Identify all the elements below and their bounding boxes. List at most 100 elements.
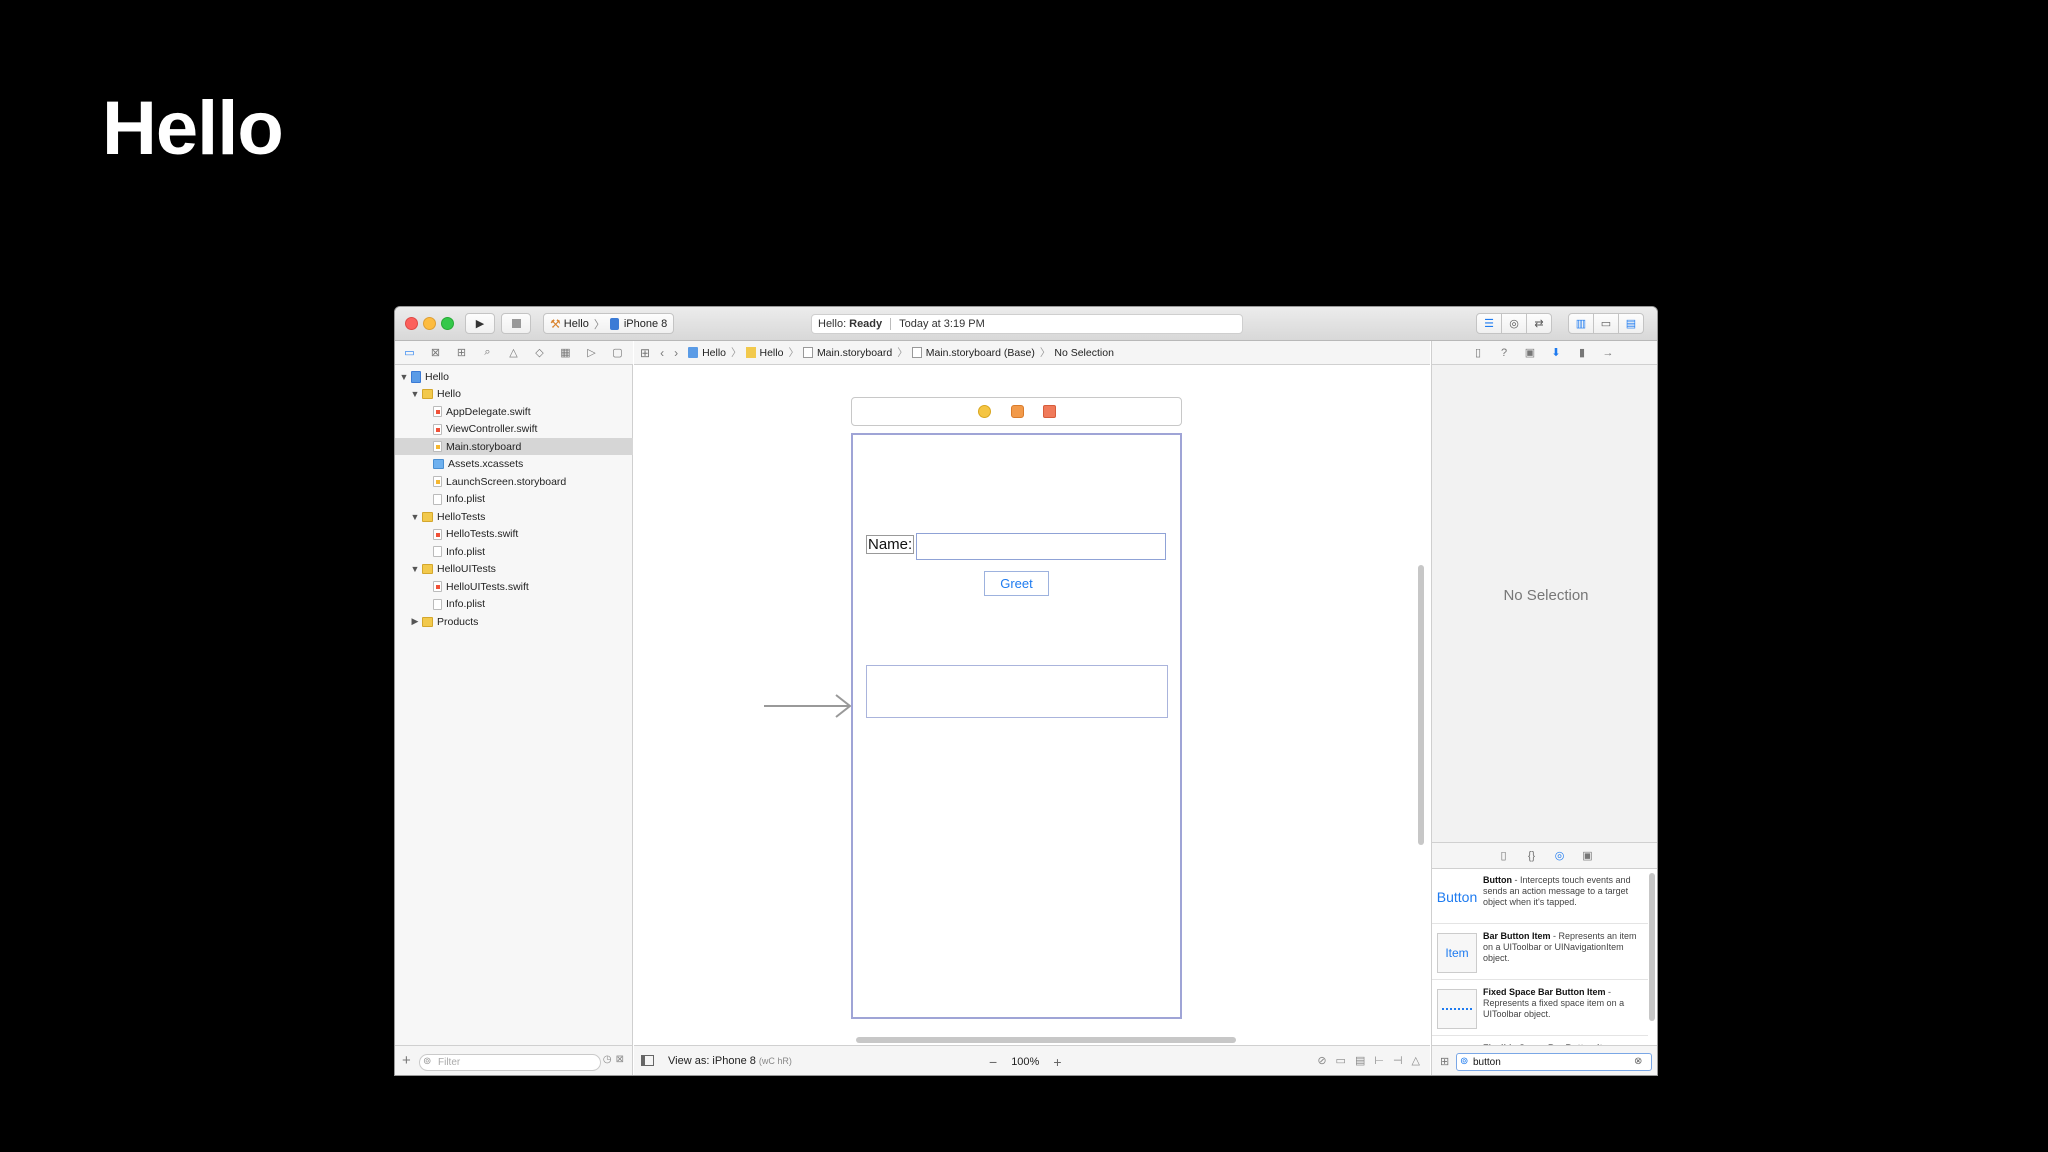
library-item[interactable]: Flexible Space Bar Button Item <box>1432 1037 1648 1045</box>
update-frames-icon[interactable]: ⊘ <box>1317 1054 1326 1067</box>
horizontal-scrollbar[interactable] <box>856 1037 1236 1043</box>
search-icon: ⊚ <box>1460 1056 1469 1067</box>
close-window-button[interactable] <box>405 317 418 330</box>
library-item[interactable]: Button Button - Intercepts touch events a… <box>1432 869 1648 924</box>
scheme-selector[interactable]: ⚒ Hello 〉 iPhone 8 <box>543 313 675 334</box>
navigator-item[interactable]: Assets.xcassets <box>395 456 633 473</box>
stack-icon[interactable]: ▤ <box>1355 1054 1365 1067</box>
vertical-scrollbar[interactable] <box>1418 565 1424 845</box>
issue-navigator-tab[interactable]: △ <box>503 344 524 362</box>
stop-button[interactable] <box>501 313 531 334</box>
minimize-window-button[interactable] <box>423 317 436 330</box>
document-outline-toggle-icon[interactable] <box>641 1055 654 1066</box>
attributes-inspector-tab[interactable]: ⬇ <box>1548 346 1564 359</box>
connections-inspector-tab[interactable]: → <box>1600 347 1616 359</box>
view-controller-scene[interactable]: Name: Greet <box>851 433 1182 1019</box>
back-icon[interactable]: ‹ <box>660 346 664 360</box>
breadcrumb-localization[interactable]: Main.storyboard (Base) 〉 <box>911 345 1050 360</box>
zoom-window-button[interactable] <box>441 317 454 330</box>
name-label[interactable]: Name: <box>866 535 915 554</box>
assistant-editor-button[interactable]: ◎ <box>1501 313 1527 334</box>
exit-icon[interactable] <box>1043 405 1056 418</box>
disclosure-open-icon[interactable]: ▼ <box>410 389 420 399</box>
file-inspector-tab[interactable]: ▯ <box>1470 346 1486 359</box>
toggle-utilities-button[interactable]: ▤ <box>1618 313 1644 334</box>
navigator-item[interactable]: Info.plist <box>395 543 633 560</box>
identity-inspector-tab[interactable]: ▣ <box>1522 346 1538 359</box>
toggle-debug-area-button[interactable]: ▭ <box>1593 313 1619 334</box>
navigator-item-label: HelloTests <box>437 510 486 523</box>
size-inspector-tab[interactable]: ▮ <box>1574 346 1590 359</box>
navigator-item[interactable]: HelloUITests.swift <box>395 578 633 595</box>
output-label[interactable] <box>866 665 1168 718</box>
library-item[interactable]: Fixed Space Bar Button Item - Represents… <box>1432 981 1648 1036</box>
align-icon[interactable]: ⊢ <box>1374 1054 1384 1067</box>
symbol-navigator-tab[interactable]: ⊞ <box>451 344 472 362</box>
navigator-item[interactable]: AppDelegate.swift <box>395 403 633 420</box>
view-as-selector[interactable]: View as: iPhone 8 (wC hR) <box>668 1055 792 1067</box>
grid-view-icon[interactable]: ⊞ <box>1440 1055 1449 1068</box>
navigator-item[interactable]: ▼ Hello <box>395 386 633 403</box>
debug-navigator-tab[interactable]: ▦ <box>555 344 576 362</box>
library-search-input[interactable]: button <box>1456 1053 1652 1071</box>
toggle-navigator-button[interactable]: ▥ <box>1568 313 1594 334</box>
navigator-item[interactable]: ▼ HelloTests <box>395 508 633 525</box>
source-control-navigator-tab[interactable]: ⊠ <box>425 344 446 362</box>
clear-search-icon[interactable]: ⊗ <box>1634 1056 1642 1067</box>
file-template-library-tab[interactable]: ▯ <box>1497 849 1511 862</box>
navigator-selector-bar: ▭ ⊠ ⊞ ⌕ △ ◇ ▦ ▷ ▢ <box>395 341 633 365</box>
initial-view-controller-arrow[interactable] <box>764 693 854 719</box>
disclosure-open-icon[interactable]: ▼ <box>399 372 409 382</box>
disclosure-open-icon[interactable]: ▼ <box>410 512 420 522</box>
navigator-item[interactable]: Info.plist <box>395 491 633 508</box>
navigator-item[interactable]: ▼ Hello <box>395 368 633 385</box>
view-controller-icon[interactable] <box>978 405 991 418</box>
disclosure-open-icon[interactable]: ▼ <box>410 564 420 574</box>
library-item[interactable]: Item Bar Button Item - Represents an item… <box>1432 925 1648 980</box>
breadcrumb-file[interactable]: Main.storyboard 〉 <box>802 345 908 360</box>
run-button[interactable]: ▶ <box>465 313 495 334</box>
zoom-out-button[interactable]: − <box>989 1054 997 1070</box>
version-editor-button[interactable]: ⇄ <box>1526 313 1552 334</box>
breakpoint-navigator-tab[interactable]: ▷ <box>581 344 602 362</box>
navigator-item[interactable]: ▼ HelloUITests <box>395 561 633 578</box>
resolve-issues-icon[interactable]: △ <box>1412 1054 1420 1067</box>
find-navigator-tab[interactable]: ⌕ <box>477 344 498 362</box>
navigator-item[interactable]: ▶ Products <box>395 613 633 630</box>
breadcrumb-selection[interactable]: No Selection <box>1054 347 1114 359</box>
standard-editor-button[interactable]: ☰ <box>1476 313 1502 334</box>
zoom-in-button[interactable]: + <box>1053 1054 1061 1070</box>
first-responder-icon[interactable] <box>1011 405 1024 418</box>
project-navigator-tab[interactable]: ▭ <box>399 344 420 362</box>
embed-in-icon[interactable]: ▭ <box>1336 1054 1346 1067</box>
breadcrumb-project[interactable]: Hello 〉 <box>688 345 742 360</box>
code-snippet-library-tab[interactable]: {} <box>1525 850 1539 862</box>
name-text-field[interactable] <box>916 533 1166 560</box>
scene-dock[interactable] <box>851 397 1182 426</box>
forward-icon[interactable]: › <box>674 346 678 360</box>
navigator-filter-input[interactable]: Filter <box>419 1054 601 1071</box>
media-library-tab[interactable]: ▣ <box>1581 849 1595 862</box>
report-navigator-tab[interactable]: ▢ <box>607 344 628 362</box>
lines-icon: ☰ <box>1484 318 1494 330</box>
navigator-item[interactable]: Info.plist <box>395 596 633 613</box>
interface-builder-canvas[interactable]: Name: Greet <box>634 365 1430 1045</box>
related-items-icon[interactable]: ⊞ <box>640 346 650 360</box>
object-library-tab[interactable]: ◎ <box>1553 849 1567 862</box>
navigator-item[interactable]: Main.storyboard <box>395 438 633 455</box>
add-file-button[interactable]: + <box>402 1052 411 1069</box>
breadcrumb-group[interactable]: Hello 〉 <box>745 345 799 360</box>
quick-help-inspector-tab[interactable]: ? <box>1496 347 1512 359</box>
filter-options: ◷ ⊠ <box>603 1054 624 1065</box>
library-scrollbar[interactable] <box>1649 873 1655 1021</box>
disclosure-closed-icon[interactable]: ▶ <box>410 616 420 627</box>
modified-files-icon[interactable]: ⊠ <box>616 1054 624 1065</box>
pin-icon[interactable]: ⊣ <box>1393 1054 1403 1067</box>
attributes-inspector: No Selection <box>1431 365 1657 843</box>
greet-button[interactable]: Greet <box>984 571 1049 596</box>
test-navigator-tab[interactable]: ◇ <box>529 344 550 362</box>
navigator-item[interactable]: HelloTests.swift <box>395 526 633 543</box>
recent-files-icon[interactable]: ◷ <box>603 1054 612 1065</box>
navigator-item[interactable]: LaunchScreen.storyboard <box>395 473 633 490</box>
navigator-item[interactable]: ViewController.swift <box>395 421 633 438</box>
